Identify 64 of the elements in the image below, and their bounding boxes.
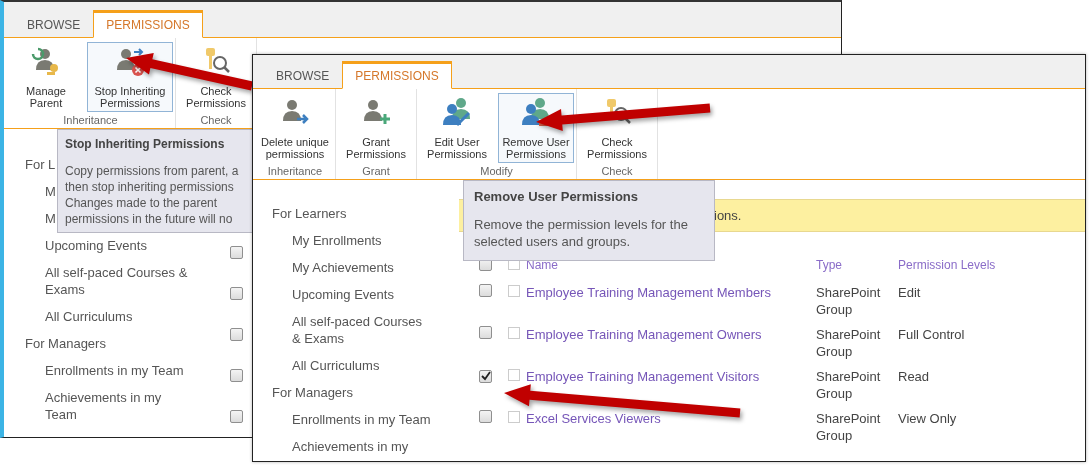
group-label: Grant xyxy=(361,164,391,179)
nav-link[interactable]: Enrollments in my Team xyxy=(292,411,432,428)
checkbox[interactable] xyxy=(230,246,243,259)
checkbox[interactable] xyxy=(230,369,243,382)
group-label: Inheritance xyxy=(62,113,119,128)
nav-heading[interactable]: For Managers xyxy=(272,384,459,401)
checkbox[interactable] xyxy=(508,369,520,381)
column-header[interactable]: Type xyxy=(816,258,842,272)
checkbox[interactable] xyxy=(479,284,492,297)
group-link[interactable]: Employee Training Management Visitors xyxy=(526,368,760,385)
table-cell: View Only xyxy=(898,410,957,427)
nav-heading[interactable]: For Learners xyxy=(272,205,459,222)
group-link[interactable]: Excel Services Viewers xyxy=(526,410,661,427)
nav-link[interactable]: Achievements in my xyxy=(292,438,432,455)
checkbox[interactable] xyxy=(508,285,520,297)
ribbon-button[interactable]: Manage Parent xyxy=(8,42,84,112)
tooltip-text: Copy permissions from parent, a then stop inheriting permissions Changes made to the parent permissions in the future will no xyxy=(65,163,240,227)
nav-link[interactable]: All self-paced Courses & Exams xyxy=(292,313,432,347)
group-label: Modify xyxy=(479,164,514,179)
group-label: Check xyxy=(600,164,634,179)
nav-link[interactable]: Enrollments in my Team xyxy=(45,362,190,379)
ribbon-tab[interactable]: BROWSE xyxy=(14,10,94,38)
nav-link[interactable]: All Curriculums xyxy=(292,357,432,374)
group-label: Check xyxy=(199,113,233,128)
ribbon-button[interactable]: Delete unique permissions xyxy=(257,93,333,163)
table-cell-text: SharePoint Group xyxy=(816,284,882,318)
notice-text: ions. xyxy=(714,208,742,223)
table-cell: Read xyxy=(898,368,930,385)
nav-link[interactable]: My Enrollments xyxy=(292,232,432,249)
checkbox[interactable] xyxy=(230,328,243,341)
nav-link[interactable]: All self-paced Courses & Exams xyxy=(45,264,190,298)
nav-link[interactable]: Achievements in my Team xyxy=(45,389,190,423)
checkbox[interactable] xyxy=(479,326,492,339)
nav-heading[interactable]: For Managers xyxy=(25,335,230,352)
ribbon-button[interactable]: Edit User Permissions xyxy=(419,93,495,163)
ribbon-tab[interactable]: BROWSE xyxy=(263,61,343,89)
checkbox[interactable] xyxy=(230,410,243,423)
group-label: Inheritance xyxy=(266,164,324,179)
table-cell-text: SharePoint Group xyxy=(816,410,882,444)
group-link[interactable]: Employee Training Management Owners xyxy=(526,326,762,343)
table-cell: Edit xyxy=(898,284,921,301)
checkbox[interactable] xyxy=(230,287,243,300)
table-cell-text: SharePoint Group xyxy=(816,368,882,402)
ribbon-button[interactable]: Stop Inheriting Permissions xyxy=(87,42,173,112)
users-pencil-icon xyxy=(441,97,473,129)
column-header[interactable]: Name xyxy=(526,258,558,272)
nav-link[interactable]: Upcoming Events xyxy=(45,237,190,254)
table-cell: Full Control xyxy=(898,326,965,343)
nav-link[interactable]: All Curriculums xyxy=(45,308,190,325)
tooltip-text: Remove the permission levels for the selected users and groups. xyxy=(474,216,689,250)
checkbox[interactable] xyxy=(479,369,492,383)
checkbox[interactable] xyxy=(508,411,520,423)
table-cell-text: SharePoint Group xyxy=(816,326,882,360)
tooltip-title: Remove User Permissions xyxy=(474,189,640,204)
column-header[interactable]: Permission Levels xyxy=(898,258,996,272)
ribbon-button[interactable]: Grant Permissions xyxy=(338,93,414,163)
checkbox[interactable] xyxy=(508,327,520,339)
ribbon-button[interactable]: Remove User Permissions xyxy=(498,93,574,163)
ribbon-button[interactable]: Check Permissions xyxy=(178,42,254,112)
nav-link[interactable]: Upcoming Events xyxy=(292,286,432,303)
nav-link[interactable]: My Achievements xyxy=(292,259,432,276)
checkbox[interactable] xyxy=(479,410,492,423)
group-link[interactable]: Employee Training Management Members xyxy=(526,284,771,301)
tooltip-title: Stop Inheriting Permissions xyxy=(65,137,226,151)
